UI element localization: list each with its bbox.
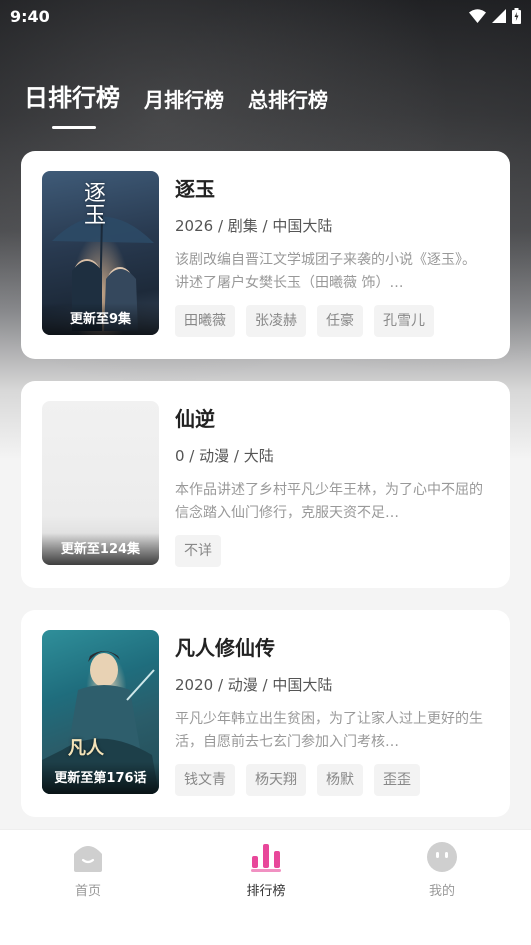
nav-label-profile: 我的 bbox=[428, 884, 455, 899]
card-meta: 0 / 动漫 / 大陆 bbox=[175, 447, 274, 465]
cast-tag[interactable]: 孔雪儿 bbox=[374, 305, 434, 337]
cast-tag[interactable]: 杨天翔 bbox=[246, 764, 306, 796]
cast-tag[interactable]: 任豪 bbox=[317, 305, 363, 337]
tab-daily[interactable]: 日排行榜 bbox=[24, 78, 120, 113]
home-icon bbox=[74, 846, 102, 872]
cast-tag[interactable]: 钱文青 bbox=[175, 764, 235, 796]
episode-badge: 更新至第176话 bbox=[42, 762, 159, 794]
bottom-navigation: 首页 排行榜 我的 bbox=[0, 829, 531, 945]
card-description: 平凡少年韩立出生贫困，为了让家人过上更好的生活，自愿前去七玄门参加入门考核… bbox=[175, 711, 483, 750]
status-icons bbox=[469, 8, 521, 24]
card-title: 逐玉 bbox=[175, 177, 215, 201]
card-info: 仙逆 0 / 动漫 / 大陆 本作品讲述了乡村平凡少年王林，为了心中不屈的信念踏… bbox=[175, 401, 489, 568]
ranking-card[interactable]: 逐玉 更新至9集 逐玉 2026 / 剧集 / 中国大陆 该剧改编自晋江文学城团… bbox=[21, 151, 510, 359]
wifi-icon bbox=[469, 9, 486, 23]
ranking-tabs: 日排行榜 月排行榜 总排行榜 bbox=[24, 78, 352, 113]
profile-icon bbox=[427, 842, 457, 872]
status-time: 9:40 bbox=[10, 6, 50, 26]
cast-tag[interactable]: 不详 bbox=[175, 535, 221, 567]
card-info: 逐玉 2026 / 剧集 / 中国大陆 该剧改编自晋江文学城团子来袭的小说《逐玉… bbox=[175, 171, 489, 339]
poster-image[interactable]: 逐玉 更新至9集 bbox=[42, 171, 159, 335]
poster-title-text: 凡人 bbox=[68, 738, 104, 759]
nav-label-home: 首页 bbox=[74, 884, 101, 899]
nav-ranking[interactable]: 排行榜 bbox=[226, 842, 306, 899]
episode-badge: 更新至124集 bbox=[42, 533, 159, 565]
tab-indicator bbox=[52, 126, 96, 129]
nav-profile[interactable]: 我的 bbox=[402, 842, 482, 899]
episode-badge: 更新至9集 bbox=[42, 303, 159, 335]
card-title: 凡人修仙传 bbox=[175, 636, 275, 660]
poster-image[interactable]: 凡人 更新至第176话 bbox=[42, 630, 159, 794]
cast-tags: 不详 bbox=[175, 535, 489, 567]
ranking-card[interactable]: 更新至124集 仙逆 0 / 动漫 / 大陆 本作品讲述了乡村平凡少年王林，为了… bbox=[21, 381, 510, 588]
cast-tags: 田曦薇 张凌赫 任豪 孔雪儿 bbox=[175, 305, 489, 337]
status-bar: 9:40 bbox=[0, 0, 531, 32]
battery-icon bbox=[512, 8, 521, 24]
cast-tag[interactable]: 杨默 bbox=[317, 764, 363, 796]
ranking-icon bbox=[251, 844, 281, 872]
card-meta: 2026 / 剧集 / 中国大陆 bbox=[175, 217, 333, 235]
poster-image[interactable]: 更新至124集 bbox=[42, 401, 159, 565]
signal-icon bbox=[492, 9, 506, 23]
card-meta: 2020 / 动漫 / 中国大陆 bbox=[175, 676, 333, 694]
cast-tag[interactable]: 歪歪 bbox=[374, 764, 420, 796]
card-description: 该剧改编自晋江文学城团子来袭的小说《逐玉》。讲述了屠户女樊长玉（田曦薇 饰）… bbox=[175, 252, 476, 291]
cast-tag[interactable]: 张凌赫 bbox=[246, 305, 306, 337]
cast-tags: 钱文青 杨天翔 杨默 歪歪 bbox=[175, 764, 489, 796]
card-title: 仙逆 bbox=[175, 407, 215, 431]
card-description: 本作品讲述了乡村平凡少年王林，为了心中不屈的信念踏入仙门修行，克服天资不足… bbox=[175, 482, 483, 521]
tab-monthly[interactable]: 月排行榜 bbox=[144, 84, 224, 113]
poster-title-text: 逐玉 bbox=[80, 181, 105, 225]
nav-label-ranking: 排行榜 bbox=[246, 884, 286, 899]
card-info: 凡人修仙传 2020 / 动漫 / 中国大陆 平凡少年韩立出生贫困，为了让家人过… bbox=[175, 630, 489, 797]
nav-home[interactable]: 首页 bbox=[48, 842, 128, 899]
ranking-card[interactable]: 凡人 更新至第176话 凡人修仙传 2020 / 动漫 / 中国大陆 平凡少年韩… bbox=[21, 610, 510, 817]
cast-tag[interactable]: 田曦薇 bbox=[175, 305, 235, 337]
tab-total[interactable]: 总排行榜 bbox=[248, 84, 328, 113]
